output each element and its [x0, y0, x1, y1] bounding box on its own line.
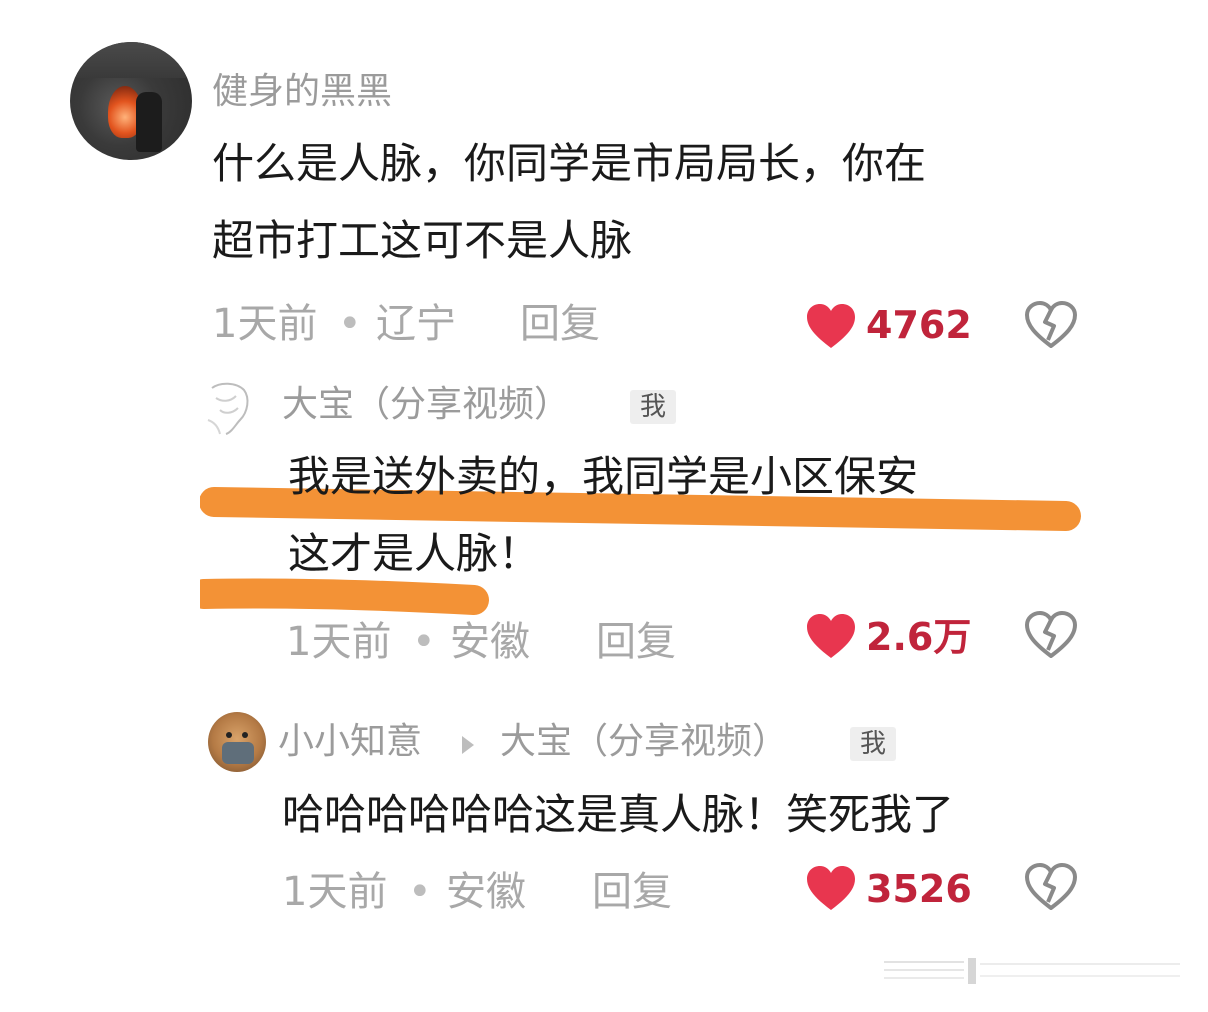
reply-time: 1天前 [282, 869, 388, 915]
comment-location: 辽宁 [376, 301, 456, 347]
broken-heart-icon[interactable] [1024, 300, 1078, 350]
self-badge: 我 [850, 727, 897, 761]
reply-text-line2: 这才是人脉！ [288, 529, 541, 578]
comment-text-line1: 什么是人脉，你同学是市局局长，你在 [212, 139, 927, 188]
reply-button[interactable]: 回复 [520, 304, 600, 344]
separator-dot: • [412, 619, 436, 665]
replier-username[interactable]: 小小知意 [278, 724, 422, 760]
replier-avatar[interactable] [208, 712, 266, 772]
self-badge: 我 [630, 390, 677, 424]
reply-button[interactable]: 回复 [592, 872, 672, 912]
heart-icon[interactable] [805, 864, 857, 912]
watermark [884, 958, 1180, 984]
commenter-username[interactable]: 健身的黑黑 [212, 74, 392, 110]
reply-to-username[interactable]: 大宝（分享视频） [500, 724, 788, 760]
like-count: 3526 [866, 867, 972, 911]
separator-dot: • [408, 869, 432, 915]
reply-button[interactable]: 回复 [596, 622, 676, 662]
replier-avatar[interactable] [206, 380, 256, 436]
heart-icon[interactable] [805, 612, 857, 660]
like-count: 4762 [866, 303, 972, 347]
reply-text-line1: 我是送外卖的，我同学是小区保安 [288, 452, 919, 501]
commenter-avatar[interactable] [70, 42, 192, 160]
broken-heart-icon[interactable] [1024, 610, 1078, 660]
replier-username[interactable]: 大宝（分享视频） [282, 387, 570, 423]
reply-time: 1天前 [286, 619, 392, 665]
reply-location: 安徽 [450, 619, 530, 665]
comment-time: 1天前 [212, 301, 318, 347]
reply-text: 哈哈哈哈哈哈这是真人脉！笑死我了 [282, 790, 955, 839]
like-count: 2.6万 [866, 615, 972, 659]
broken-heart-icon[interactable] [1024, 862, 1078, 912]
reply-arrow-icon [462, 736, 474, 754]
separator-dot: • [338, 301, 362, 347]
reply-location: 安徽 [446, 869, 526, 915]
comment-text-line2: 超市打工这可不是人脉 [212, 216, 633, 265]
heart-icon[interactable] [805, 302, 857, 350]
